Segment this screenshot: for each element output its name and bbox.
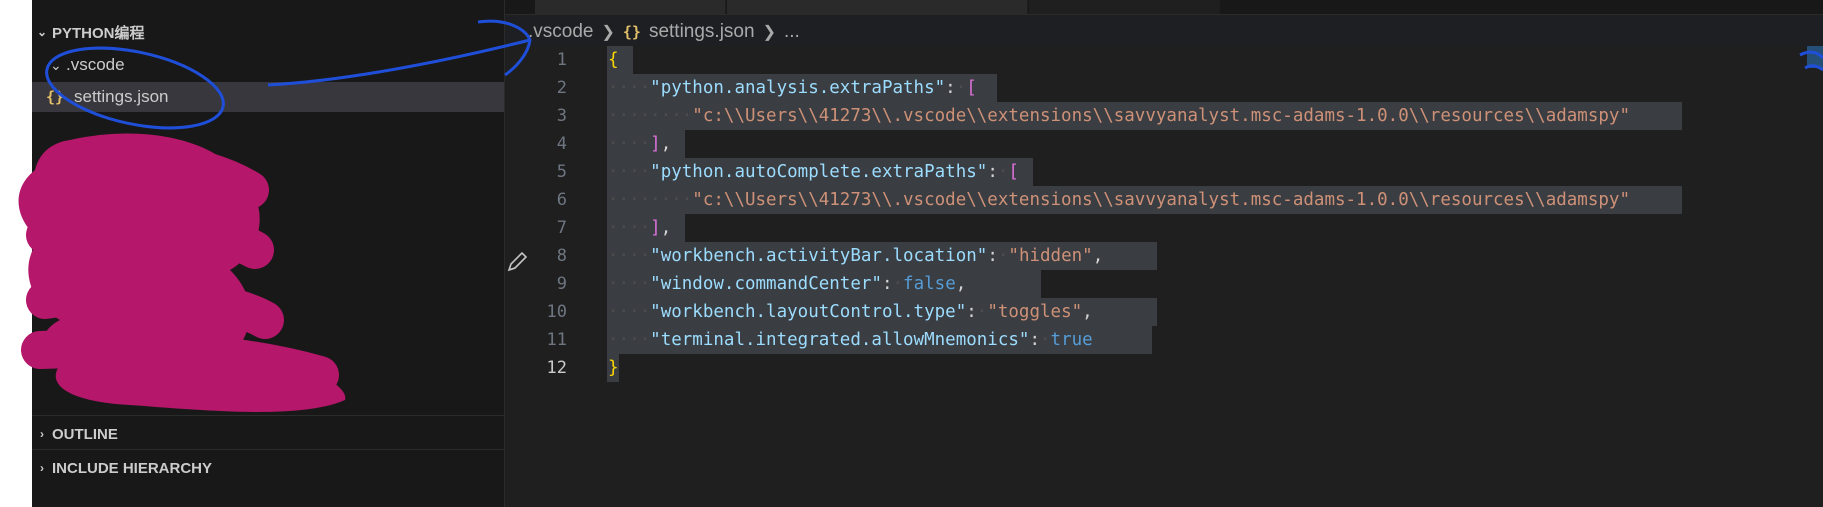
line-number: 11: [546, 330, 567, 350]
colon-token: :: [987, 162, 998, 182]
json-key: "terminal.integrated.allowMnemonics": [650, 330, 1030, 350]
code-content: ····"window.commandCenter":·false,: [608, 274, 967, 294]
editor-tab-active[interactable]: [1029, 0, 1220, 14]
line-number: 4: [556, 134, 567, 154]
code-editor[interactable]: 1 { 2 ····"python.analysis.extraPaths":·…: [505, 46, 1823, 507]
json-key: "workbench.activityBar.location": [650, 246, 988, 266]
code-token-brace: }: [608, 358, 619, 378]
comma-token: ,: [1082, 302, 1093, 322]
workspace-title: PYTHON编程: [52, 24, 145, 42]
line-number: 7: [556, 218, 567, 238]
json-boolean-value: true: [1050, 330, 1093, 350]
code-content: ········"c:\\Users\\41273\\.vscode\\exte…: [608, 106, 1630, 126]
code-line: 9 ····"window.commandCenter":·false,: [505, 270, 1823, 298]
code-line: 12 }: [505, 354, 1823, 382]
section-divider: [32, 415, 504, 416]
code-content: ····],: [608, 134, 672, 154]
comma-token: ,: [1092, 246, 1104, 266]
json-string-value: "c:\\Users\\41273\\.vscode\\extensions\\…: [692, 106, 1630, 126]
explorer-sidebar: ⌄ PYTHON编程 ⌄ .vscode {} settings.json › …: [32, 0, 505, 507]
file-label: settings.json: [74, 87, 169, 106]
section-header-workspace[interactable]: ⌄ PYTHON编程: [32, 18, 504, 46]
json-boolean-value: false: [903, 274, 956, 294]
code-line: 8 ····"workbench.activityBar.location":·…: [505, 242, 1823, 270]
chevron-right-icon: ❯: [762, 24, 776, 41]
json-key: "python.autoComplete.extraPaths": [650, 162, 988, 182]
code-line: 1 {: [505, 46, 1823, 74]
chevron-right-icon: ❯: [601, 24, 615, 41]
code-content: ····"workbench.layoutControl.type":·"tog…: [608, 302, 1093, 322]
bracket-token: [: [966, 78, 977, 98]
tree-item-file[interactable]: {} settings.json: [32, 82, 504, 112]
bracket-token: ]: [650, 134, 661, 154]
code-line: 10 ····"workbench.layoutControl.type":·"…: [505, 298, 1823, 326]
code-line: 6 ········"c:\\Users\\41273\\.vscode\\ex…: [505, 186, 1823, 214]
colon-token: :: [987, 246, 998, 266]
section-header-include-hierarchy[interactable]: › INCLUDE HIERARCHY: [32, 454, 504, 482]
editor-tab[interactable]: [727, 0, 1028, 14]
colon-token: :: [881, 274, 893, 294]
code-line: 2 ····"python.analysis.extraPaths":·[: [505, 74, 1823, 102]
pencil-edit-icon[interactable]: [504, 250, 530, 276]
code-content: ····"workbench.activityBar.location":·"h…: [608, 246, 1104, 266]
json-file-icon: {}: [46, 88, 65, 106]
chevron-down-icon: ⌄: [50, 56, 62, 73]
bracket-token: [: [1008, 162, 1019, 182]
json-string-value: "toggles": [987, 302, 1083, 322]
section-header-outline[interactable]: › OUTLINE: [32, 420, 504, 448]
colon-token: :: [966, 302, 977, 322]
line-number: 1: [556, 50, 567, 70]
line-number: 6: [556, 190, 567, 210]
comma-token: ,: [660, 134, 672, 154]
code-content: ····"python.autoComplete.extraPaths":·[: [608, 162, 1019, 182]
code-line: 3 ········"c:\\Users\\41273\\.vscode\\ex…: [505, 102, 1823, 130]
chevron-down-icon: ⌄: [36, 25, 48, 39]
editor-tab[interactable]: [535, 0, 726, 14]
comma-token: ,: [660, 218, 672, 238]
code-content: ····"python.analysis.extraPaths":·[: [608, 78, 977, 98]
json-key: "workbench.layoutControl.type": [650, 302, 967, 322]
tree-item-folder[interactable]: ⌄ .vscode: [32, 50, 504, 80]
activity-bar-area: [0, 0, 32, 507]
breadcrumb-more[interactable]: ...: [784, 21, 800, 43]
chevron-right-icon: ›: [40, 461, 44, 475]
breadcrumb: .vscode ❯ {} settings.json ❯ ...: [528, 19, 800, 45]
json-key: "python.analysis.extraPaths": [650, 78, 946, 98]
outline-title: OUTLINE: [52, 425, 118, 443]
include-hierarchy-title: INCLUDE HIERARCHY: [52, 459, 213, 477]
line-number: 10: [546, 302, 567, 322]
bracket-token: ]: [650, 218, 661, 238]
folder-label: .vscode: [66, 55, 125, 74]
colon-token: :: [945, 78, 956, 98]
line-number: 5: [556, 162, 567, 182]
json-string-value: "hidden": [1008, 246, 1093, 266]
code-content: ········"c:\\Users\\41273\\.vscode\\exte…: [608, 190, 1630, 210]
colon-token: :: [1029, 330, 1040, 350]
code-line: 5 ····"python.autoComplete.extraPaths":·…: [505, 158, 1823, 186]
json-string-value: "c:\\Users\\41273\\.vscode\\extensions\\…: [692, 190, 1630, 210]
code-line: 11 ····"terminal.integrated.allowMnemoni…: [505, 326, 1823, 354]
breadcrumb-file[interactable]: settings.json: [649, 21, 755, 43]
code-content: ····],: [608, 218, 672, 238]
code-line: 7 ····],: [505, 214, 1823, 242]
code-content: ····"terminal.integrated.allowMnemonics"…: [608, 330, 1093, 350]
code-token-brace: {: [608, 50, 619, 70]
line-number: 12: [546, 358, 567, 378]
line-number: 3: [556, 106, 567, 126]
json-key: "window.commandCenter": [650, 274, 882, 294]
line-number: 2: [556, 78, 567, 98]
minimap-slider[interactable]: [1807, 46, 1823, 68]
tab-bar: [505, 0, 1823, 15]
comma-token: ,: [955, 274, 967, 294]
json-file-icon: {}: [622, 23, 641, 41]
section-divider: [32, 449, 504, 450]
chevron-right-icon: ›: [40, 427, 44, 441]
code-line: 4 ····],: [505, 130, 1823, 158]
breadcrumb-folder[interactable]: .vscode: [528, 21, 593, 43]
